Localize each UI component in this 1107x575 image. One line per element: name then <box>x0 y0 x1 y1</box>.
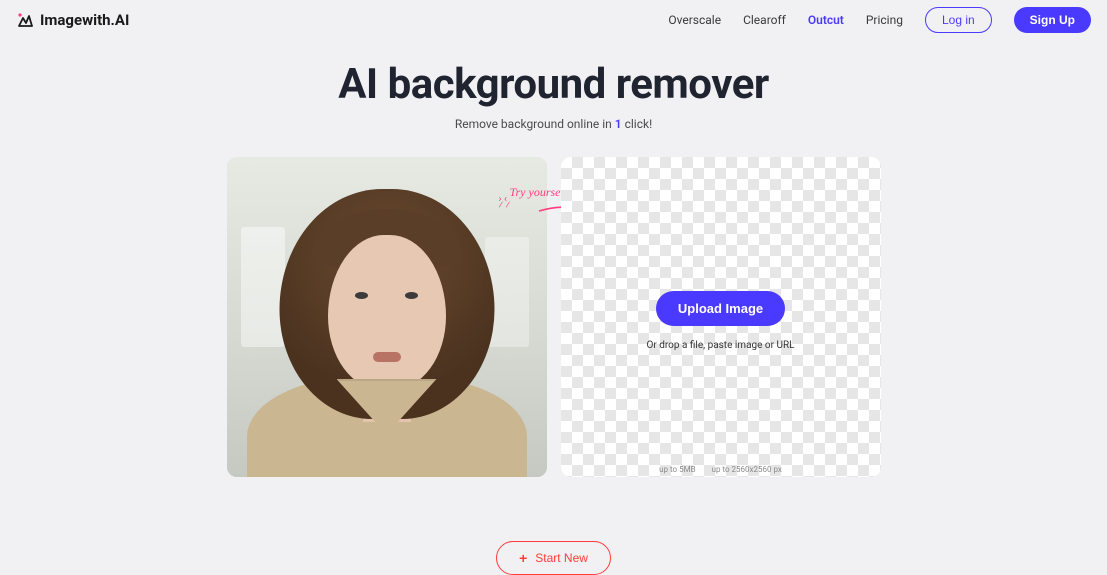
signup-button[interactable]: Sign Up <box>1014 7 1091 33</box>
brand-name: Imagewith.AI <box>40 11 129 29</box>
page-title: AI background remover <box>0 60 1107 109</box>
nav-clearoff[interactable]: Clearoff <box>743 13 786 27</box>
nav-pricing[interactable]: Pricing <box>866 13 903 27</box>
subtitle-pre: Remove background online in <box>455 117 615 131</box>
login-button[interactable]: Log in <box>925 7 992 33</box>
subtitle-post: click! <box>622 117 653 131</box>
logo-icon <box>16 11 34 29</box>
dropzone-footnotes: up to 5MB up to 2560x2560 px <box>659 465 782 474</box>
plus-icon: + <box>519 550 527 566</box>
main-row: › ‹⁄ ⁄ Try yourself for free Upload Imag… <box>0 157 1107 477</box>
hero: AI background remover Remove background … <box>0 60 1107 131</box>
page-subtitle: Remove background online in 1 click! <box>0 117 1107 131</box>
upload-dropzone[interactable]: Upload Image Or drop a file, paste image… <box>561 157 881 477</box>
header-nav: Overscale Clearoff Outcut Pricing Log in… <box>668 7 1091 33</box>
portrait-illustration <box>227 157 547 477</box>
drop-hint: Or drop a file, paste image or URL <box>646 340 794 351</box>
brand-logo[interactable]: Imagewith.AI <box>16 11 129 29</box>
footnote-size: up to 5MB <box>659 465 695 474</box>
header: Imagewith.AI Overscale Clearoff Outcut P… <box>0 0 1107 40</box>
nav-overscale[interactable]: Overscale <box>668 13 721 27</box>
start-new-button[interactable]: + Start New <box>496 541 611 575</box>
sample-image <box>227 157 547 477</box>
subtitle-accent: 1 <box>615 117 622 131</box>
footnote-dims: up to 2560x2560 px <box>712 465 782 474</box>
nav-outcut[interactable]: Outcut <box>808 13 844 27</box>
bottom-actions: + Start New <box>0 541 1107 575</box>
upload-button[interactable]: Upload Image <box>656 291 785 326</box>
